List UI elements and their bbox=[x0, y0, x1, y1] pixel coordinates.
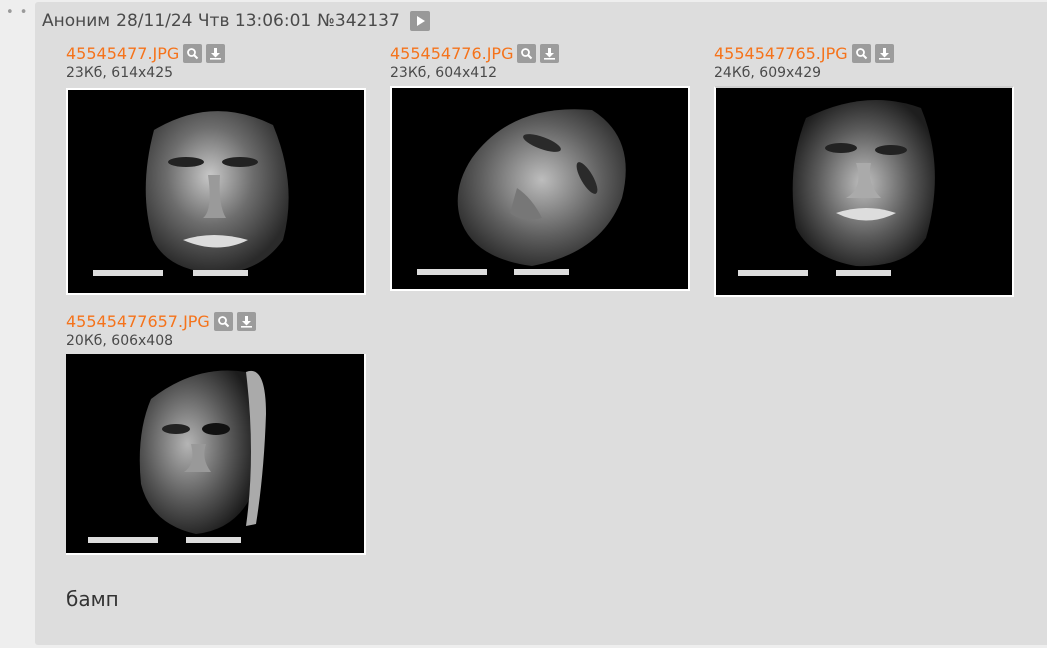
file-item-1: 45545477.JPG 23Кб, 614x425 bbox=[66, 42, 366, 295]
file-thumbnail[interactable] bbox=[390, 86, 690, 291]
mask-image bbox=[68, 90, 364, 293]
download-button[interactable] bbox=[874, 43, 894, 63]
magnifier-icon bbox=[521, 47, 533, 59]
file-meta: 20Кб, 606x408 bbox=[66, 333, 174, 349]
mask-image bbox=[392, 88, 688, 289]
file-thumbnail[interactable] bbox=[66, 88, 366, 295]
search-image-button[interactable] bbox=[517, 43, 537, 63]
post-header: Аноним 28/11/24 Чтв 13:06:01 №342137 bbox=[42, 11, 430, 31]
magnifier-icon bbox=[217, 315, 230, 327]
play-button[interactable] bbox=[409, 11, 430, 31]
file-item-3: 4554547765.JPG 24Кб, 609x429 bbox=[714, 42, 1014, 297]
download-icon bbox=[878, 47, 890, 60]
download-icon bbox=[240, 315, 252, 328]
post-datetime: 28/11/24 Чтв 13:06:01 bbox=[116, 11, 312, 31]
file-thumbnail[interactable] bbox=[714, 86, 1014, 297]
file-meta: 23Кб, 604x412 bbox=[390, 65, 498, 81]
file-meta: 23Кб, 614x425 bbox=[66, 65, 174, 81]
mask-image bbox=[66, 354, 364, 553]
magnifier-icon bbox=[855, 47, 867, 59]
post: Аноним 28/11/24 Чтв 13:06:01 №342137 455… bbox=[35, 2, 1047, 645]
mask-image bbox=[716, 88, 1012, 295]
download-button[interactable] bbox=[236, 311, 256, 331]
magnifier-icon bbox=[187, 47, 199, 59]
download-button[interactable] bbox=[206, 43, 226, 63]
post-comment: бамп bbox=[66, 587, 119, 611]
play-icon bbox=[416, 16, 425, 26]
file-meta: 24Кб, 609x429 bbox=[714, 65, 822, 81]
search-image-button[interactable] bbox=[213, 311, 233, 331]
download-icon bbox=[544, 47, 556, 60]
search-image-button[interactable] bbox=[183, 43, 203, 63]
download-button[interactable] bbox=[540, 43, 560, 63]
file-item-2: 455454776.JPG 23Кб, 604x412 bbox=[390, 42, 690, 291]
file-thumbnail[interactable] bbox=[66, 354, 366, 555]
search-image-button[interactable] bbox=[851, 43, 871, 63]
download-icon bbox=[210, 47, 222, 60]
file-name-link[interactable]: 455454776.JPG bbox=[390, 44, 513, 63]
file-name-link[interactable]: 45545477657.JPG bbox=[66, 312, 210, 331]
post-author: Аноним bbox=[42, 11, 111, 31]
file-name-link[interactable]: 4554547765.JPG bbox=[714, 44, 848, 63]
file-item-4: 45545477657.JPG 20Кб, 606x408 bbox=[66, 310, 366, 555]
post-number[interactable]: №342137 bbox=[317, 11, 400, 31]
file-name-link[interactable]: 45545477.JPG bbox=[66, 44, 179, 63]
